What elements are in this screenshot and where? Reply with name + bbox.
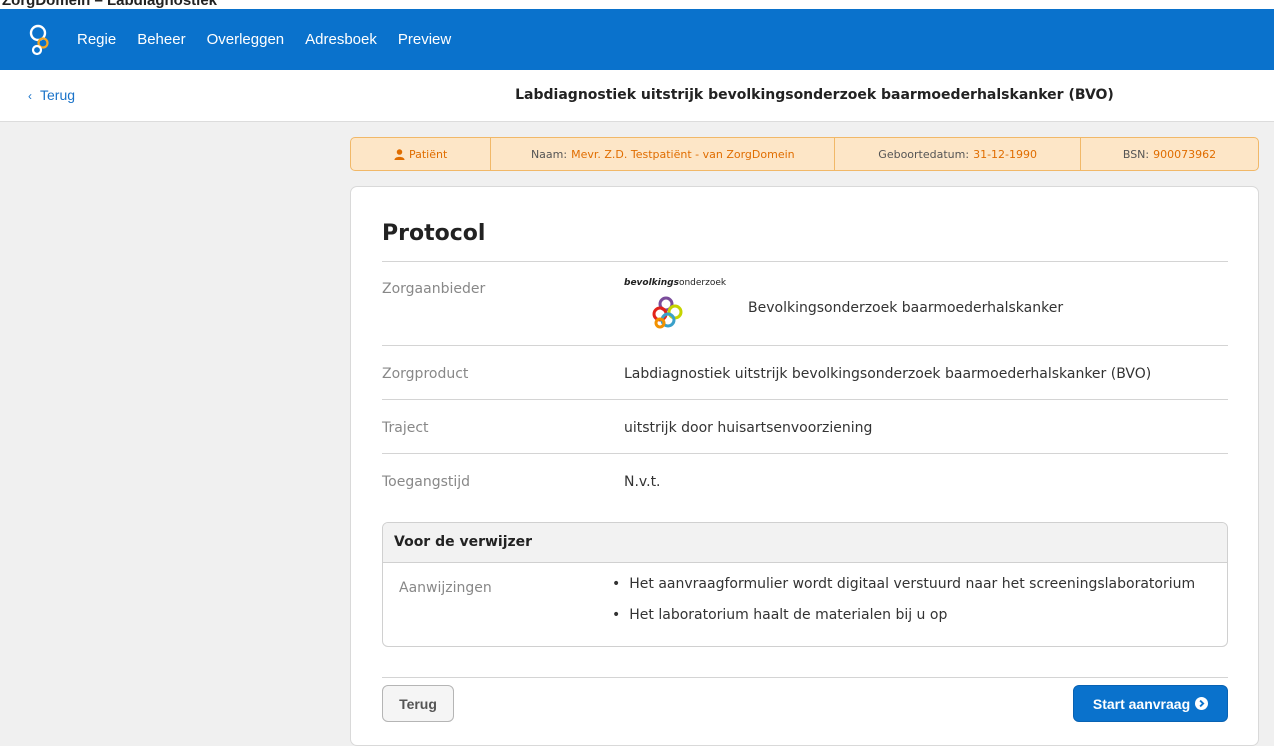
protocol-title: Protocol (382, 221, 486, 246)
logo-word-bold: bevolkings (624, 278, 679, 288)
nav-item-preview[interactable]: Preview (398, 31, 451, 48)
verwijzer-panel: Voor de verwijzer Aanwijzingen Het aanvr… (382, 522, 1228, 647)
row-zorgproduct: Zorgproduct Labdiagnostiek uitstrijk bev… (382, 345, 1228, 400)
row-toegangstijd: Toegangstijd N.v.t. (382, 453, 1228, 508)
patient-birthdate: Geboortedatum: 31-12-1990 (835, 138, 1081, 170)
person-icon (394, 148, 405, 160)
row-label: Zorgaanbieder (382, 281, 486, 297)
list-item: Het laboratorium haalt de materialen bij… (612, 600, 1195, 631)
aanwijzingen-list: Het aanvraagformulier wordt digitaal ver… (612, 569, 1195, 631)
patient-bar: Patiënt Naam: Mevr. Z.D. Testpatiënt - v… (350, 137, 1259, 171)
provider-logo: bevolkingsonderzoek (624, 278, 739, 338)
top-strip-text: ZorgDomein – Labdiagnostiek (2, 0, 218, 9)
page-title: Labdiagnostiek uitstrijk bevolkingsonder… (515, 87, 1114, 103)
row-value: uitstrijk door huisartsenvoorziening (624, 420, 873, 436)
row-value: Labdiagnostiek uitstrijk bevolkingsonder… (624, 366, 1152, 382)
row-value: N.v.t. (624, 474, 661, 490)
provider-logo-circles-icon (652, 296, 683, 329)
nav-item-overleggen[interactable]: Overleggen (207, 31, 285, 48)
nav-item-adresboek[interactable]: Adresboek (305, 31, 377, 48)
row-traject: Traject uitstrijk door huisartsenvoorzie… (382, 399, 1228, 454)
row-label: Traject (382, 420, 429, 436)
footer-divider (382, 677, 1228, 678)
top-navbar: Regie Beheer Overleggen Adresboek Previe… (0, 9, 1274, 70)
patient-bsn-value: 900073962 (1153, 147, 1217, 161)
patient-bsn: BSN: 900073962 (1081, 138, 1258, 170)
arrow-right-circle-icon (1195, 697, 1209, 710)
row-value: Bevolkingsonderzoek baarmoederhalskanker (748, 300, 1064, 316)
subheader: ‹ Terug Labdiagnostiek uitstrijk bevolkin… (0, 70, 1274, 122)
protocol-card: Protocol Zorgaanbieder bevolkingsonderzo… (350, 186, 1259, 746)
nav-item-regie[interactable]: Regie (77, 31, 116, 48)
patient-section: Patiënt (351, 138, 492, 170)
left-panel (0, 122, 337, 729)
patient-name-value: Mevr. Z.D. Testpatiënt - van ZorgDomein (571, 147, 795, 161)
patient-birthdate-value: 31-12-1990 (973, 147, 1038, 161)
start-aanvraag-button[interactable]: Start aanvraag (1073, 685, 1228, 722)
start-aanvraag-label: Start aanvraag (1092, 695, 1191, 712)
row-zorgaanbieder: Zorgaanbieder bevolkingsonderzoek Bevolk… (382, 261, 1228, 346)
patient-name-label: Naam: (530, 147, 568, 161)
verwijzer-title: Voor de verwijzer (383, 523, 1227, 563)
patient-bsn-label: BSN: (1122, 147, 1150, 161)
back-button[interactable]: Terug (382, 685, 454, 722)
top-strip: ZorgDomein – Labdiagnostiek (0, 0, 1274, 9)
zorgdomein-logo-icon[interactable] (29, 23, 55, 57)
row-label: Zorgproduct (382, 366, 469, 382)
logo-word-rest: onderzoek (678, 278, 727, 288)
patient-name: Naam: Mevr. Z.D. Testpatiënt - van ZorgD… (491, 138, 836, 170)
patient-section-label: Patiënt (408, 147, 448, 161)
provider-logo-wordmark: bevolkingsonderzoek (624, 278, 726, 288)
nav-item-beheer[interactable]: Beheer (137, 31, 185, 48)
aanwijzingen-label: Aanwijzingen (399, 580, 492, 596)
list-item: Het aanvraagformulier wordt digitaal ver… (612, 569, 1195, 600)
patient-birthdate-label: Geboortedatum: (878, 147, 970, 161)
row-label: Toegangstijd (382, 474, 471, 490)
